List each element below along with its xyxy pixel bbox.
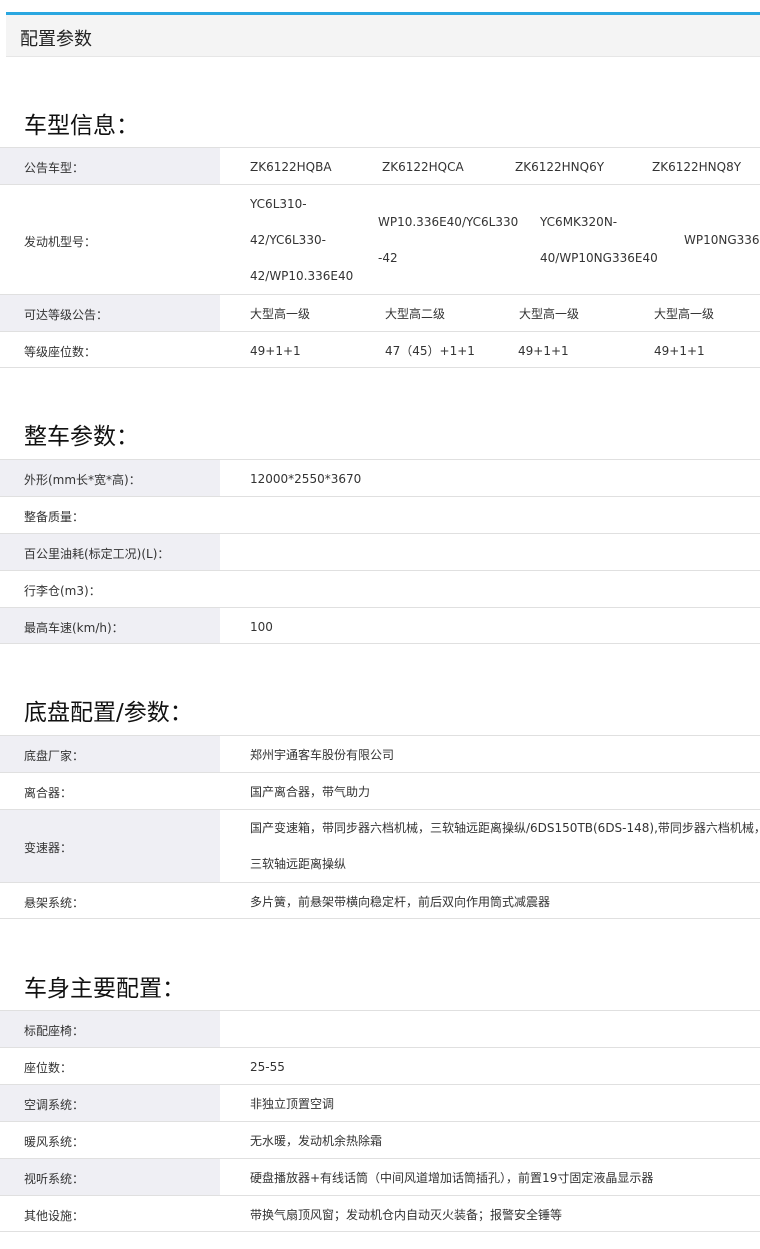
grade-value: 大型高一级	[654, 307, 715, 321]
row-value: 100	[250, 620, 273, 634]
table-row: 可达等级公告： 大型高一级 大型高二级 大型高一级 大型高一级	[0, 294, 760, 331]
row-value-line: 三软轴远距离操纵	[250, 857, 347, 871]
table-row: 底盘厂家： 郑州宇通客车股份有限公司	[0, 735, 760, 772]
row-value: 带换气扇顶风窗；发动机仓内自动灭火装备；报警安全锤等	[250, 1208, 563, 1222]
table-row: 悬架系统： 多片簧，前悬架带横向稳定杆，前后双向作用筒式减震器	[0, 882, 760, 919]
row-value: 多片簧，前悬架带横向稳定杆，前后双向作用筒式减震器	[250, 895, 551, 909]
row-value-line: 国产变速箱，带同步器六档机械，三软轴远距离操纵/6DS150TB(6DS-148…	[250, 821, 760, 835]
config-header: 配置参数	[6, 15, 760, 57]
table-row: 公告车型： ZK6122HQBA ZK6122HQCA ZK6122HNQ6Y …	[0, 147, 760, 184]
row-label: 悬架系统：	[24, 896, 85, 910]
table-row: 空调系统： 非独立顶置空调	[0, 1084, 760, 1121]
section-title-vehicle-params: 整车参数：	[24, 424, 139, 450]
row-label: 发动机型号：	[24, 235, 97, 249]
row-label: 座位数：	[24, 1061, 73, 1075]
table-row: 发动机型号： YC6L310- 42/YC6L330- 42/WP10.336E…	[0, 184, 760, 294]
seat-value: 49+1+1	[250, 344, 301, 358]
model-value: ZK6122HQCA	[382, 160, 464, 174]
grade-value: 大型高一级	[250, 307, 311, 321]
row-label: 空调系统：	[24, 1098, 85, 1112]
engine-value-line: YC6L310-	[250, 197, 307, 211]
table-row: 整备质量：	[0, 496, 760, 533]
table-row: 行李仓(m3)：	[0, 570, 760, 607]
row-value: 郑州宇通客车股份有限公司	[250, 748, 395, 762]
table-row: 最高车速(km/h)： 100	[0, 607, 760, 644]
seat-value: 49+1+1	[654, 344, 705, 358]
row-label: 可达等级公告：	[24, 308, 109, 322]
table-row: 变速器： 国产变速箱，带同步器六档机械，三软轴远距离操纵/6DS150TB(6D…	[0, 809, 760, 882]
row-label: 最高车速(km/h)：	[24, 621, 124, 635]
row-value: 12000*2550*3670	[250, 472, 362, 486]
table-row: 百公里油耗(标定工况)(L)：	[0, 533, 760, 570]
table-row: 等级座位数： 49+1+1 47（45）+1+1 49+1+1 49+1+1	[0, 331, 760, 368]
engine-value-line: 40/WP10NG336E40	[540, 251, 658, 265]
row-label: 变速器：	[24, 841, 73, 855]
row-label: 行李仓(m3)：	[24, 584, 101, 598]
table-row: 座位数： 25-55	[0, 1047, 760, 1084]
section-title-body-config: 车身主要配置：	[24, 976, 185, 1002]
row-value: 无水暖，发动机余热除霜	[250, 1134, 383, 1148]
row-label: 标配座椅：	[24, 1024, 85, 1038]
seat-value: 47（45）+1+1	[385, 344, 475, 358]
row-value: 25-55	[250, 1060, 285, 1074]
engine-value-line: 42/WP10.336E40	[250, 269, 354, 283]
engine-value-line: -42	[378, 251, 398, 265]
table-row: 外形(mm长*宽*高)： 12000*2550*3670	[0, 459, 760, 496]
grade-value: 大型高一级	[519, 307, 580, 321]
engine-value-line: WP10NG336E	[684, 233, 760, 247]
table-row: 暖风系统： 无水暖，发动机余热除霜	[0, 1121, 760, 1158]
table-row: 离合器： 国产离合器，带气助力	[0, 772, 760, 809]
table-row: 其他设施： 带换气扇顶风窗；发动机仓内自动灭火装备；报警安全锤等	[0, 1195, 760, 1232]
table-row: 视听系统： 硬盘播放器+有线话筒（中间风道增加话筒插孔），前置19寸固定液晶显示…	[0, 1158, 760, 1195]
model-value: ZK6122HNQ8Y	[652, 160, 742, 174]
section-title-vehicle-info: 车型信息：	[24, 113, 139, 139]
engine-value-line: YC6MK320N-	[540, 215, 618, 229]
row-value: 硬盘播放器+有线话筒（中间风道增加话筒插孔），前置19寸固定液晶显示器	[250, 1171, 654, 1185]
row-label: 其他设施：	[24, 1209, 85, 1223]
model-value: ZK6122HNQ6Y	[515, 160, 605, 174]
row-label: 暖风系统：	[24, 1135, 85, 1149]
row-label: 离合器：	[24, 786, 73, 800]
model-value: ZK6122HQBA	[250, 160, 332, 174]
row-label: 等级座位数：	[24, 345, 97, 359]
row-value: 国产离合器，带气助力	[250, 785, 371, 799]
row-label: 公告车型：	[24, 161, 85, 175]
engine-value-line: 42/YC6L330-	[250, 233, 326, 247]
row-value: 非独立顶置空调	[250, 1097, 335, 1111]
row-label: 底盘厂家：	[24, 749, 85, 763]
row-label: 整备质量：	[24, 510, 85, 524]
table-row: 标配座椅：	[0, 1010, 760, 1047]
grade-value: 大型高二级	[385, 307, 446, 321]
page-title: 配置参数	[20, 29, 92, 50]
row-label: 视听系统：	[24, 1172, 85, 1186]
engine-value-line: WP10.336E40/YC6L330	[378, 215, 519, 229]
row-label: 外形(mm长*宽*高)：	[24, 473, 141, 487]
section-title-chassis: 底盘配置/参数：	[24, 700, 193, 726]
row-label: 百公里油耗(标定工况)(L)：	[24, 547, 170, 561]
seat-value: 49+1+1	[518, 344, 569, 358]
